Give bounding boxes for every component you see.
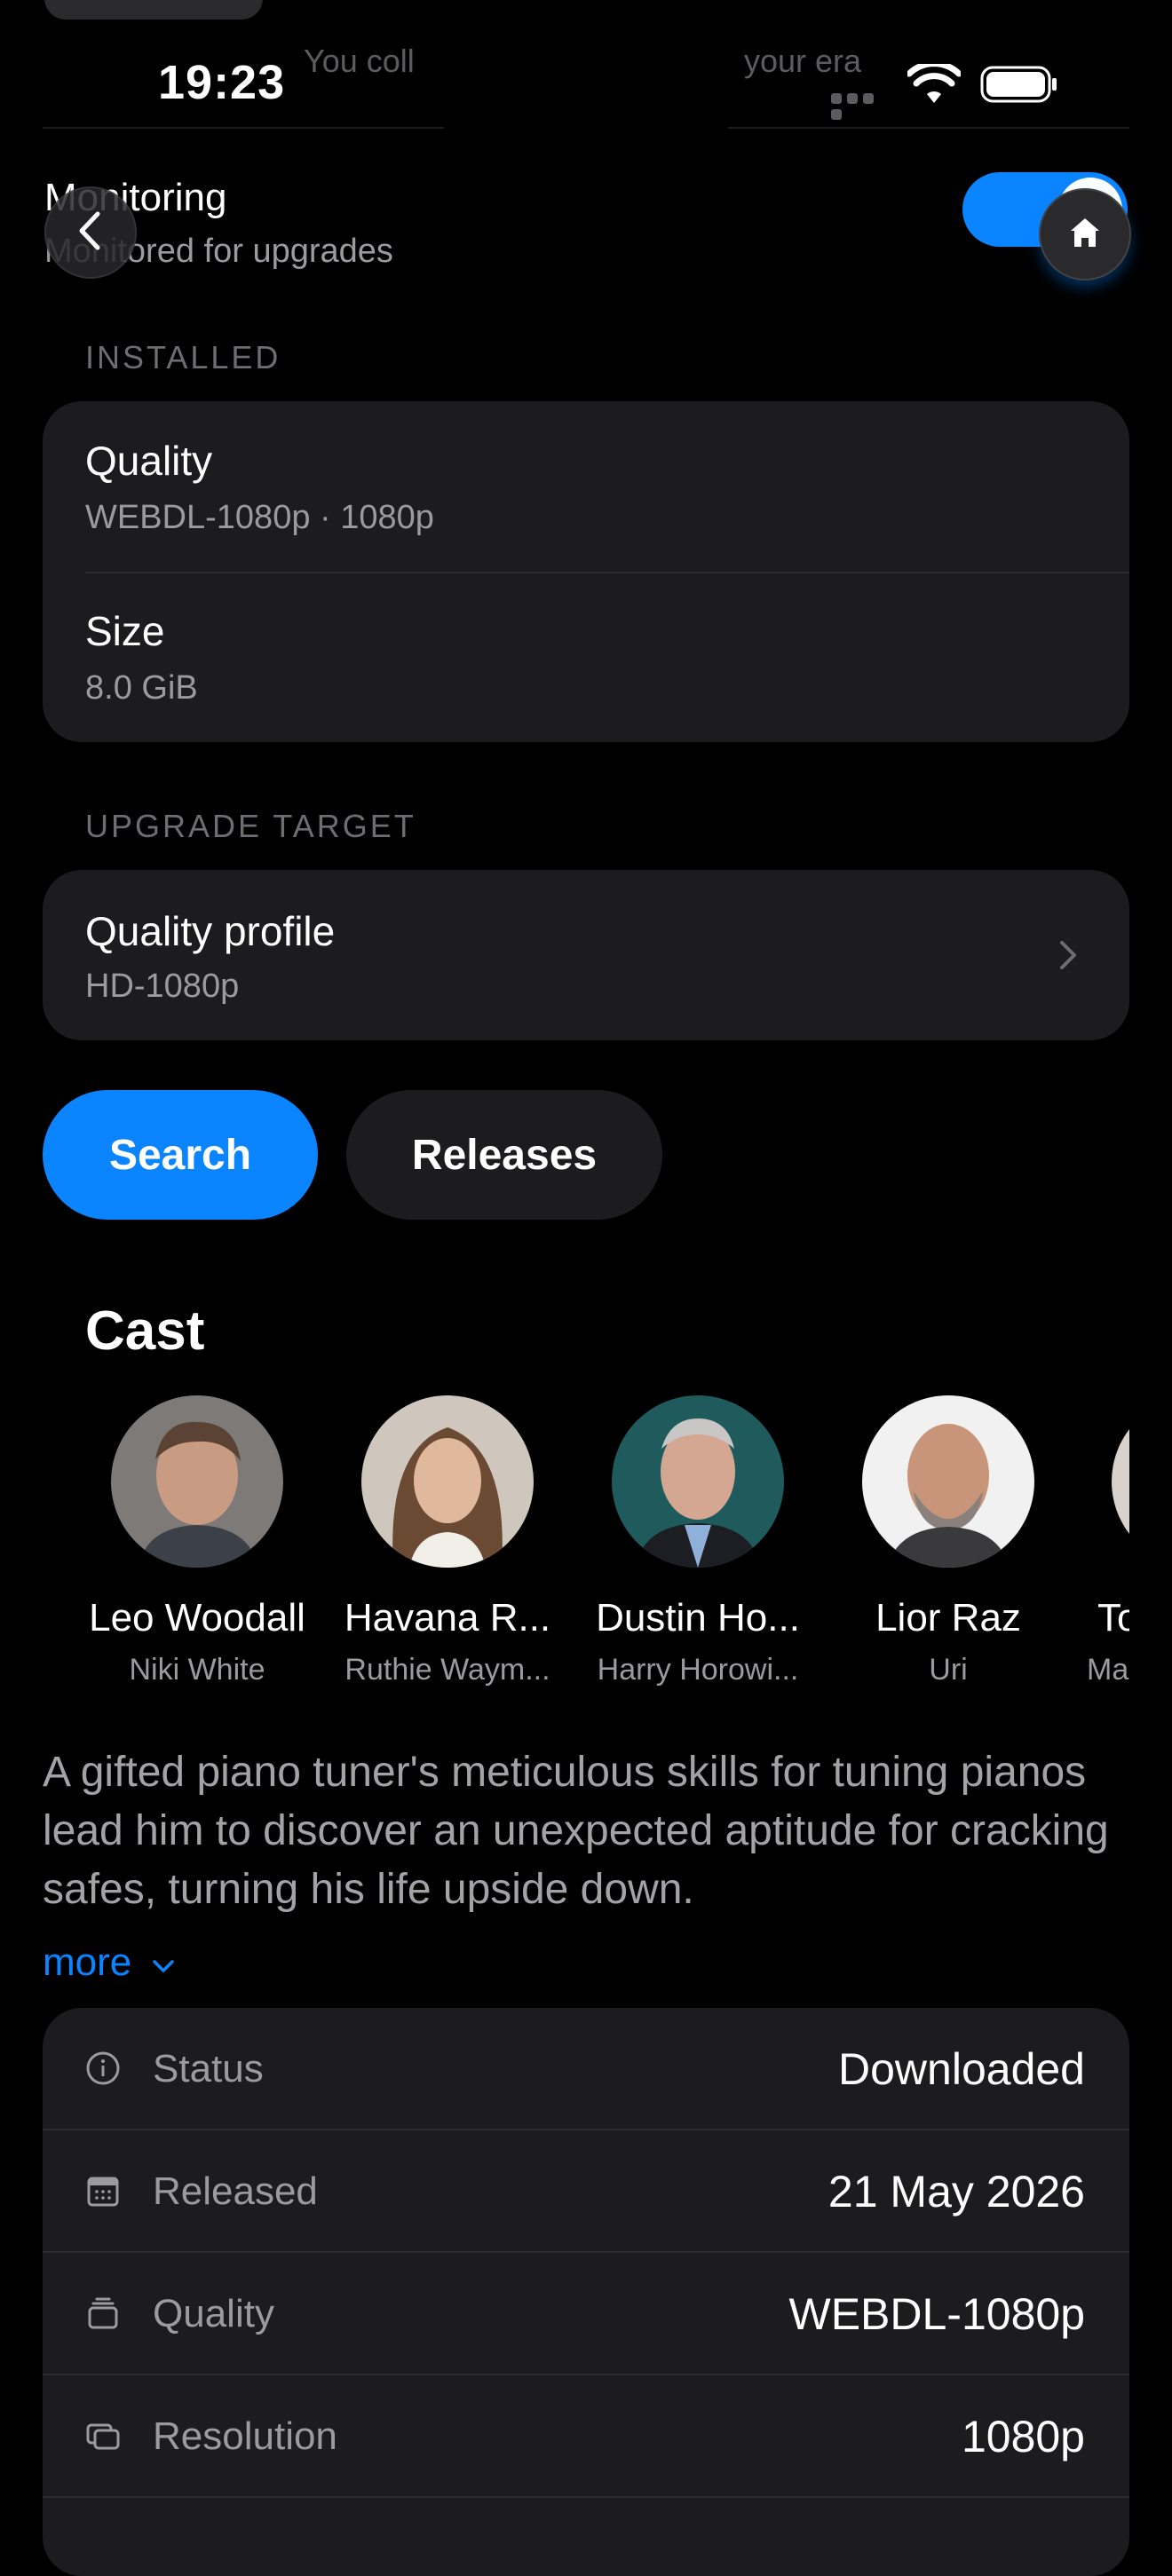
- cast-member[interactable]: Dustin Ho... Harry Horowi...: [582, 1395, 813, 1687]
- installed-quality-label: Quality: [85, 438, 213, 484]
- avatar: [862, 1395, 1034, 1568]
- dots-indicator: [831, 92, 893, 120]
- stack-icon: [85, 2295, 121, 2331]
- status-divider-right: [728, 127, 1129, 129]
- cast-member[interactable]: Havana R... Ruthie Waym...: [332, 1395, 563, 1687]
- detail-label: Quality: [153, 2292, 274, 2335]
- avatar: [361, 1395, 534, 1568]
- releases-button[interactable]: Releases: [346, 1090, 662, 1220]
- detail-row-resolution: Resolution 1080p: [43, 2375, 1128, 2496]
- cast-role: Ruthie Waym...: [344, 1653, 550, 1687]
- resolution-icon: [85, 2418, 121, 2454]
- row-divider: [85, 572, 1129, 573]
- search-button[interactable]: Search: [43, 1090, 318, 1220]
- wifi-icon: [906, 60, 962, 107]
- cast-role: Ma: [1087, 1653, 1129, 1687]
- installed-header: INSTALLED: [85, 339, 281, 375]
- top-pill: [44, 0, 263, 20]
- chevron-left-icon: [73, 209, 108, 257]
- detail-value: 1080p: [961, 2412, 1085, 2461]
- installed-size-value: 8.0 GiB: [85, 669, 198, 707]
- faded-text-left: You coll: [304, 43, 415, 79]
- avatar: [1112, 1395, 1129, 1568]
- cast-member[interactable]: To Ma: [1083, 1395, 1129, 1750]
- installed-card: Quality WEBDL-1080p · 1080p Size 8.0 GiB: [43, 401, 1129, 742]
- back-button[interactable]: [44, 186, 137, 279]
- cast-name: To: [1097, 1596, 1129, 1640]
- cast-name: Lior Raz: [875, 1596, 1021, 1640]
- chevron-right-icon: [1057, 937, 1080, 977]
- avatar: [111, 1395, 283, 1568]
- quality-profile-label: Quality profile: [85, 908, 336, 954]
- cast-member[interactable]: Lior Raz Uri: [833, 1395, 1064, 1687]
- info-icon: [85, 2051, 121, 2086]
- detail-value: Downloaded: [838, 2044, 1085, 2094]
- chevron-down-icon: [151, 1940, 176, 1984]
- overview-text: A gifted piano tuner's meticulous skills…: [43, 1749, 1109, 1913]
- detail-row-quality: Quality WEBDL-1080p: [43, 2253, 1128, 2374]
- home-button[interactable]: [1039, 188, 1131, 281]
- cast-name: Dustin Ho...: [596, 1596, 800, 1640]
- detail-row-released: Released 21 May 2026: [43, 2130, 1128, 2251]
- quality-profile-row[interactable]: Quality profile HD-1080p: [43, 870, 1129, 1040]
- cast-name: Leo Woodall: [89, 1596, 305, 1640]
- detail-label: Resolution: [153, 2414, 337, 2458]
- row-divider: [43, 2496, 1129, 2498]
- house-icon: [1067, 215, 1103, 255]
- cast-member[interactable]: Leo Woodall Niki White: [82, 1395, 313, 1687]
- detail-label: Status: [153, 2047, 264, 2090]
- upgrade-target-header: UPGRADE TARGET: [85, 808, 416, 844]
- detail-value: 21 May 2026: [828, 2167, 1085, 2216]
- detail-label: Released: [153, 2169, 318, 2213]
- detail-value: WEBDL-1080p: [788, 2289, 1086, 2339]
- more-label: more: [43, 1940, 132, 1984]
- cast-name: Havana R...: [344, 1596, 551, 1640]
- detail-row-status: Status Downloaded: [43, 2008, 1128, 2129]
- faded-text-right: your era: [744, 43, 862, 79]
- status-divider-left: [43, 127, 444, 129]
- calendar-icon: [85, 2173, 121, 2209]
- cast-role: Niki White: [129, 1653, 265, 1687]
- more-link[interactable]: more: [43, 1940, 176, 1985]
- avatar: [612, 1395, 784, 1568]
- cast-title: Cast: [85, 1300, 205, 1362]
- battery-icon: [980, 66, 1058, 103]
- quality-profile-value: HD-1080p: [85, 968, 240, 1005]
- status-time: 19:23: [158, 56, 286, 109]
- cast-role: Harry Horowi...: [597, 1653, 799, 1687]
- cast-role: Uri: [929, 1653, 968, 1687]
- installed-size-label: Size: [85, 608, 165, 654]
- installed-quality-value: WEBDL-1080p · 1080p: [85, 499, 434, 536]
